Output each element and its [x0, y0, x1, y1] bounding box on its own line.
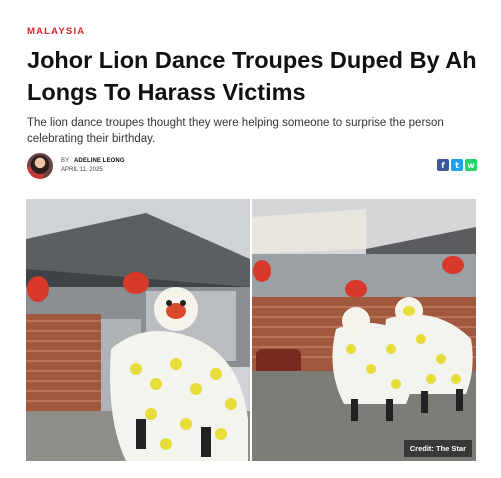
byline: BY ADELINE LEONG	[61, 158, 125, 164]
facebook-share-button[interactable]: f	[437, 159, 449, 171]
share-buttons: f t w	[437, 159, 477, 171]
author-name[interactable]: ADELINE LEONG	[74, 158, 125, 164]
article-subtitle: The lion dance troupes thought they were…	[27, 117, 444, 145]
publish-date: APRIL 11, 2025	[61, 167, 103, 173]
facebook-icon: f	[441, 160, 445, 170]
twitter-icon: t	[455, 160, 459, 170]
twitter-share-button[interactable]: t	[451, 159, 463, 171]
hero-photo-illustration	[26, 199, 476, 461]
image-credit: Credit: The Star	[403, 440, 472, 457]
article-title: Johor Lion Dance Troupes Duped By Ah Lon…	[27, 47, 477, 105]
author-avatar[interactable]	[27, 153, 53, 179]
by-label: BY	[61, 158, 70, 164]
hero-image: Credit: The Star	[26, 199, 476, 461]
left-photo-panel	[26, 199, 250, 461]
whatsapp-icon: w	[467, 160, 475, 170]
right-photo-panel	[252, 199, 476, 461]
category-label[interactable]: MALAYSIA	[27, 26, 85, 37]
whatsapp-share-button[interactable]: w	[465, 159, 477, 171]
author-row: BY ADELINE LEONG APRIL 11, 2025 f t w	[27, 153, 477, 181]
